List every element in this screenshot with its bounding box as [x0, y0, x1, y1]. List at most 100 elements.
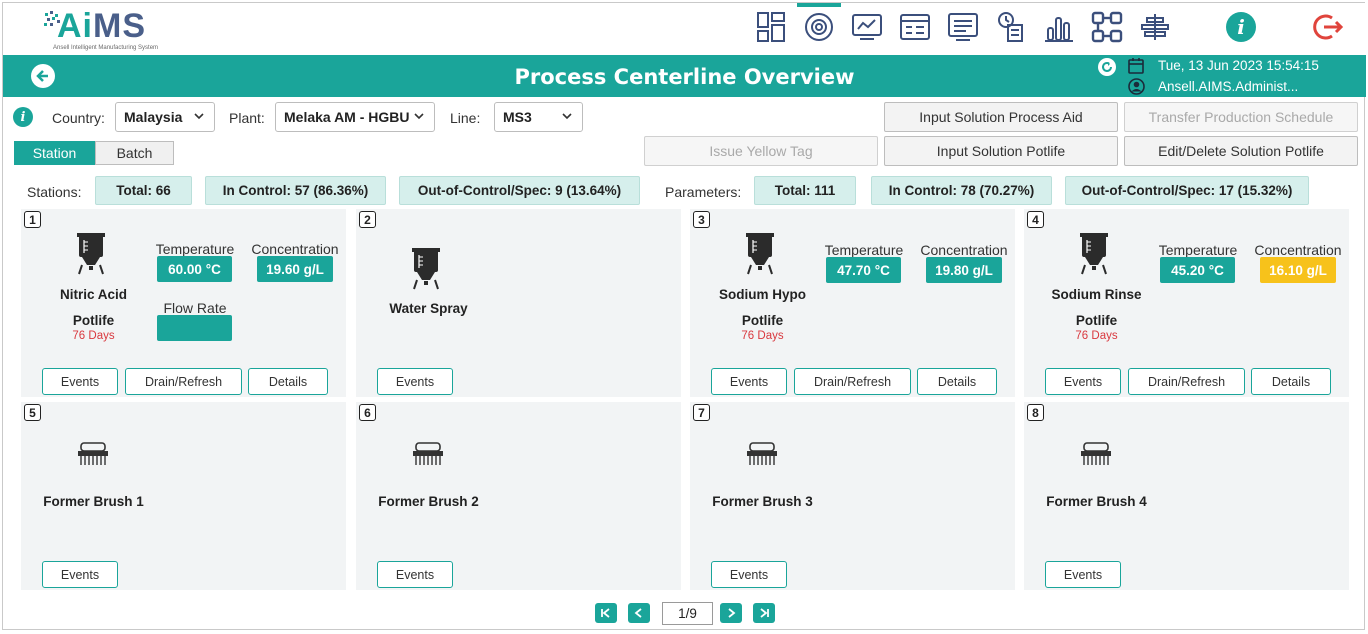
chevron-right-icon [728, 608, 736, 618]
temperature-value[interactable]: 60.00 °C [157, 256, 232, 282]
line-select[interactable]: MS3 [494, 102, 583, 132]
hierarchy-icon[interactable] [1083, 3, 1131, 51]
station-name: Former Brush 4 [1046, 494, 1147, 509]
events-button[interactable]: Events [711, 368, 787, 395]
refresh-button[interactable] [1098, 58, 1116, 76]
station-card[interactable]: 5 Former Brush 1 Events [21, 402, 346, 590]
station-card[interactable]: 4 Sodium Rinse Potlife 76 Days Temperatu… [1024, 209, 1349, 397]
chevron-down-icon [414, 113, 424, 120]
edit-delete-solution-potlife-button[interactable]: Edit/Delete Solution Potlife [1124, 136, 1358, 166]
station-number: 5 [24, 404, 41, 421]
temperature-label: Temperature [824, 242, 904, 258]
line-chart-icon[interactable] [843, 3, 891, 51]
transfer-production-schedule-button[interactable]: Transfer Production Schedule [1124, 102, 1358, 132]
details-button[interactable]: Details [1251, 368, 1331, 395]
events-button[interactable]: Events [42, 368, 118, 395]
station-name: Former Brush 3 [712, 494, 813, 509]
brush-icon [747, 442, 777, 465]
temperature-value[interactable]: 45.20 °C [1160, 257, 1235, 283]
station-card[interactable]: 3 Sodium Hypo Potlife 76 Days Temperatur… [690, 209, 1015, 397]
events-button[interactable]: Events [711, 561, 787, 588]
gear-icon[interactable] [795, 3, 843, 51]
bar-chart-icon[interactable] [1035, 3, 1083, 51]
station-name: Former Brush 1 [43, 494, 144, 509]
station-number: 7 [693, 404, 710, 421]
concentration-value[interactable]: 19.80 g/L [926, 257, 1002, 283]
next-page-button[interactable] [720, 603, 742, 623]
station-card[interactable]: 1 Nitric Acid Potlife 76 Days Temperatur… [21, 209, 346, 397]
parameters-in-control-badge: In Control: 78 (70.27%) [871, 176, 1052, 205]
document-clock-icon[interactable] [987, 3, 1035, 51]
chevron-left-icon [634, 608, 642, 618]
tab-station[interactable]: Station [14, 141, 95, 165]
logout-icon[interactable] [1303, 3, 1351, 51]
issue-yellow-tag-button[interactable]: Issue Yellow Tag [644, 136, 878, 166]
details-button[interactable]: Details [248, 368, 328, 395]
stations-out-of-control-badge: Out-of-Control/Spec: 9 (13.64%) [399, 176, 640, 205]
station-card[interactable]: 6 Former Brush 2 Events [356, 402, 681, 590]
stations-total-badge: Total: 66 [95, 176, 192, 205]
station-number: 6 [359, 404, 376, 421]
station-name: Sodium Hypo [719, 287, 806, 302]
country-select[interactable]: Malaysia [115, 102, 215, 132]
plant-select[interactable]: Melaka AM - HGBU [275, 102, 435, 132]
refresh-icon [1102, 61, 1112, 72]
brush-icon [78, 442, 108, 465]
table-icon[interactable] [891, 3, 939, 51]
stations-in-control-badge: In Control: 57 (86.36%) [205, 176, 386, 205]
drain-refresh-button[interactable]: Drain/Refresh [794, 368, 911, 395]
logo-subtitle: Ansell Intelligent Manufacturing System [53, 45, 159, 51]
station-card[interactable]: 2 Water Spray Events [356, 209, 681, 397]
input-solution-process-aid-button[interactable]: Input Solution Process Aid [884, 102, 1118, 132]
chevron-down-icon [194, 113, 204, 120]
current-user: Ansell.AIMS.Administ... [1158, 79, 1299, 94]
events-button[interactable]: Events [1045, 368, 1121, 395]
station-card[interactable]: 8 Former Brush 4 Events [1024, 402, 1349, 590]
temperature-label: Temperature [155, 241, 235, 257]
events-button[interactable]: Events [377, 561, 453, 588]
current-datetime: Tue, 13 Jun 2023 15:54:15 [1158, 58, 1319, 73]
tank-icon [412, 248, 440, 290]
help-info-icon[interactable]: i [13, 107, 33, 127]
concentration-value-warning[interactable]: 16.10 g/L [1260, 257, 1336, 283]
potlife-label: Potlife [72, 313, 115, 328]
station-name: Water Spray [389, 301, 468, 316]
last-page-button[interactable] [753, 603, 775, 623]
input-solution-potlife-button[interactable]: Input Solution Potlife [884, 136, 1118, 166]
list-icon[interactable] [939, 3, 987, 51]
concentration-value[interactable]: 19.60 g/L [257, 256, 333, 282]
country-label: Country: [52, 110, 105, 126]
station-number: 2 [359, 211, 376, 228]
main-nav: i [747, 3, 1351, 55]
station-number: 8 [1027, 404, 1044, 421]
flow-rate-value[interactable] [157, 315, 232, 341]
events-button[interactable]: Events [42, 561, 118, 588]
top-bar: AiMS Ansell Intelligent Manufacturing Sy… [3, 3, 1366, 55]
events-button[interactable]: Events [1045, 561, 1121, 588]
first-page-button[interactable] [595, 603, 617, 623]
parameters-out-of-control-badge: Out-of-Control/Spec: 17 (15.32%) [1065, 176, 1309, 205]
events-button[interactable]: Events [377, 368, 453, 395]
concentration-label: Concentration [1254, 242, 1342, 258]
station-number: 4 [1027, 211, 1044, 228]
info-icon[interactable]: i [1217, 3, 1265, 51]
temperature-value[interactable]: 47.70 °C [826, 257, 901, 283]
tab-batch[interactable]: Batch [95, 141, 174, 165]
layers-icon[interactable] [1131, 3, 1179, 51]
potlife-days: 76 Days [72, 330, 115, 342]
page-indicator[interactable]: 1/9 [662, 602, 713, 625]
previous-page-button[interactable] [628, 603, 650, 623]
drain-refresh-button[interactable]: Drain/Refresh [1128, 368, 1245, 395]
station-card[interactable]: 7 Former Brush 3 Events [690, 402, 1015, 590]
line-value: MS3 [503, 109, 532, 125]
station-number: 3 [693, 211, 710, 228]
dashboard-grid-icon[interactable] [747, 3, 795, 51]
last-page-icon [760, 608, 769, 618]
parameters-total-badge: Total: 111 [754, 176, 856, 205]
flow-rate-label: Flow Rate [163, 300, 227, 316]
station-name: Nitric Acid [59, 287, 127, 302]
details-button[interactable]: Details [917, 368, 997, 395]
potlife-days: 76 Days [741, 330, 784, 342]
drain-refresh-button[interactable]: Drain/Refresh [125, 368, 242, 395]
view-tabs: Station Batch [14, 141, 174, 165]
